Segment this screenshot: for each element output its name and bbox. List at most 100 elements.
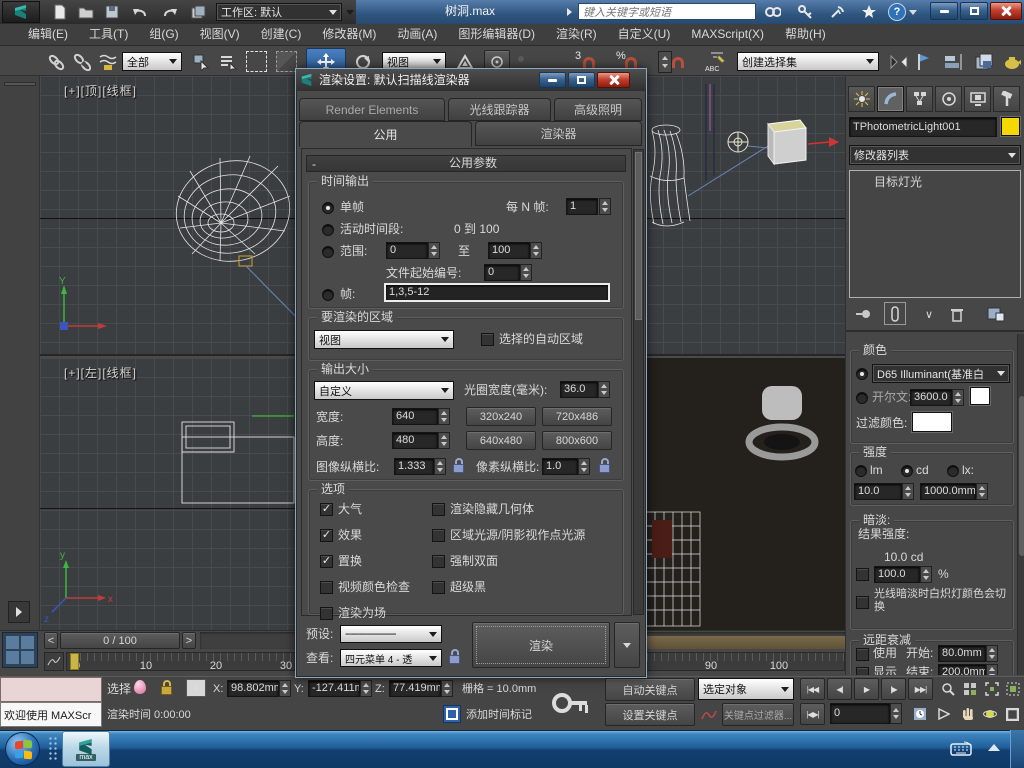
configure-modifier-sets-icon[interactable] xyxy=(984,302,1008,325)
tab-hierarchy[interactable] xyxy=(906,86,933,112)
far-use-checkbox[interactable] xyxy=(856,648,869,661)
key-mode-toggle-button[interactable] xyxy=(800,703,825,725)
menu-animation[interactable]: 动画(A) xyxy=(397,27,437,42)
kelvin-color-swatch[interactable] xyxy=(970,387,990,405)
mirror-flag-icon[interactable] xyxy=(914,50,934,74)
active-segment-label[interactable]: 活动时间段: xyxy=(340,222,403,237)
modifier-stack[interactable]: 目标灯光 xyxy=(849,170,1021,298)
cd-radio[interactable] xyxy=(901,465,913,477)
kelvin-spinner[interactable] xyxy=(952,389,964,406)
maximize-button[interactable] xyxy=(960,2,988,20)
lm-radio[interactable] xyxy=(855,465,867,477)
menu-group[interactable]: 组(G) xyxy=(149,27,178,42)
common-parameters-rollout[interactable]: 公用参数 xyxy=(306,155,626,172)
close-button[interactable] xyxy=(990,2,1022,20)
viewport-front[interactable] xyxy=(644,76,845,356)
force-2sided-checkbox[interactable] xyxy=(432,555,445,568)
panel-scrollbar[interactable] xyxy=(1017,334,1024,675)
aperture-field[interactable]: 36.0 xyxy=(560,381,598,398)
dialog-scrollbar-thumb[interactable] xyxy=(635,152,642,320)
isolate-selection-icon[interactable] xyxy=(134,680,146,694)
render-hidden-checkbox[interactable] xyxy=(432,503,445,516)
wirecolor-swatch[interactable] xyxy=(1001,117,1020,136)
res-720x486-button[interactable]: 720x486 xyxy=(542,407,612,426)
new-file-icon[interactable] xyxy=(50,3,70,21)
communication-center-icon[interactable] xyxy=(826,3,848,21)
selection-filter-dropdown[interactable]: 全部 xyxy=(122,52,182,71)
orbit-icon[interactable] xyxy=(980,703,1000,725)
help-flyout-icon[interactable] xyxy=(908,8,918,16)
single-frame-radio[interactable] xyxy=(322,202,334,214)
menu-edit[interactable]: 编辑(E) xyxy=(28,27,68,42)
start-button[interactable] xyxy=(5,732,40,766)
menu-customize[interactable]: 自定义(U) xyxy=(618,27,671,42)
intensity-field[interactable]: 10.0 xyxy=(854,483,902,500)
tab-render-elements[interactable]: Render Elements xyxy=(299,98,445,121)
x-spinner[interactable] xyxy=(279,680,291,697)
remove-modifier-icon[interactable] xyxy=(946,304,968,324)
menu-maxscript[interactable]: MAXScript(X) xyxy=(691,27,764,42)
tab-renderer[interactable]: 渲染器 xyxy=(475,121,642,146)
tab-create[interactable] xyxy=(848,86,875,112)
auto-key-button[interactable]: 自动关键点 xyxy=(605,678,695,701)
y-spinner[interactable] xyxy=(360,680,372,697)
lx-radio[interactable] xyxy=(947,465,959,477)
selection-lock-icon[interactable] xyxy=(160,680,173,696)
time-slider-next-button[interactable]: > xyxy=(182,632,196,649)
active-segment-radio[interactable] xyxy=(322,224,334,236)
y-coordinate-field[interactable]: -127.411mm xyxy=(308,680,360,697)
tab-utilities[interactable] xyxy=(993,86,1020,112)
frames-radio[interactable] xyxy=(322,289,334,301)
scene-explorer-expand-button[interactable] xyxy=(8,601,30,623)
set-key-button[interactable]: 设置关键点 xyxy=(605,703,695,726)
current-frame-field[interactable]: 0 xyxy=(830,703,890,724)
lx-distance-field[interactable]: 1000.0mm xyxy=(920,483,976,500)
displacement-checkbox[interactable] xyxy=(320,555,333,568)
select-object-icon[interactable] xyxy=(190,50,212,74)
preset-dropdown[interactable]: ------------------- xyxy=(340,625,442,643)
area-lights-label[interactable]: 区域光源/阴影视作点光源 xyxy=(450,528,585,543)
every-n-spinner[interactable] xyxy=(599,198,611,215)
window-crossing-icon[interactable] xyxy=(276,51,297,72)
menu-help[interactable]: 帮助(H) xyxy=(785,27,826,42)
play-selected-icon[interactable] xyxy=(934,703,954,725)
range-radio[interactable] xyxy=(322,246,334,258)
stack-item-target-light[interactable]: 目标灯光 xyxy=(874,175,922,190)
res-800x600-button[interactable]: 800x600 xyxy=(542,431,612,450)
frame-spinner[interactable] xyxy=(890,703,902,724)
pixel-aspect-field[interactable]: 1.0 xyxy=(542,458,578,475)
far-show-checkbox[interactable] xyxy=(856,667,869,675)
workspace-flyout-icon[interactable] xyxy=(344,6,356,18)
time-tag-icon[interactable] xyxy=(443,705,461,723)
help-icon[interactable] xyxy=(888,3,906,21)
menu-create[interactable]: 创建(C) xyxy=(261,27,302,42)
align-icon[interactable] xyxy=(940,50,966,74)
range-from-spinner[interactable] xyxy=(428,242,440,259)
dialog-scrollbar[interactable] xyxy=(633,149,644,615)
tab-modify[interactable] xyxy=(877,86,904,112)
pan-hand-icon[interactable] xyxy=(958,703,978,725)
far-end-spinner[interactable] xyxy=(986,664,998,675)
app-button[interactable] xyxy=(2,1,40,23)
viewport-layout-button[interactable] xyxy=(2,632,38,668)
mirror-icon[interactable] xyxy=(886,50,912,74)
z-coordinate-field[interactable]: 77.419mm xyxy=(389,680,441,697)
minimize-button[interactable] xyxy=(930,2,958,20)
coordinate-display-toggle-icon[interactable] xyxy=(186,679,206,697)
force-2sided-label[interactable]: 强制双面 xyxy=(450,554,498,569)
show-desktop-button[interactable] xyxy=(1010,730,1024,768)
key-mode-curve-icon[interactable] xyxy=(698,703,720,726)
tab-raytracer[interactable]: 光线跟踪器 xyxy=(448,98,551,121)
render-setup-icon[interactable] xyxy=(1002,50,1022,74)
language-keyboard-icon[interactable] xyxy=(948,738,974,760)
effects-label[interactable]: 效果 xyxy=(338,528,362,543)
tab-common[interactable]: 公用 xyxy=(299,121,472,147)
menu-views[interactable]: 视图(V) xyxy=(200,27,240,42)
atmospherics-checkbox[interactable] xyxy=(320,503,333,516)
dimming-percent-field[interactable]: 100.0 xyxy=(874,566,920,583)
frames-label[interactable]: 帧: xyxy=(340,287,355,302)
far-start-spinner[interactable] xyxy=(986,645,998,662)
video-color-check-label[interactable]: 视频颜色检查 xyxy=(338,580,410,595)
render-flyout-button[interactable] xyxy=(614,622,640,668)
dock-handle[interactable] xyxy=(4,82,36,86)
